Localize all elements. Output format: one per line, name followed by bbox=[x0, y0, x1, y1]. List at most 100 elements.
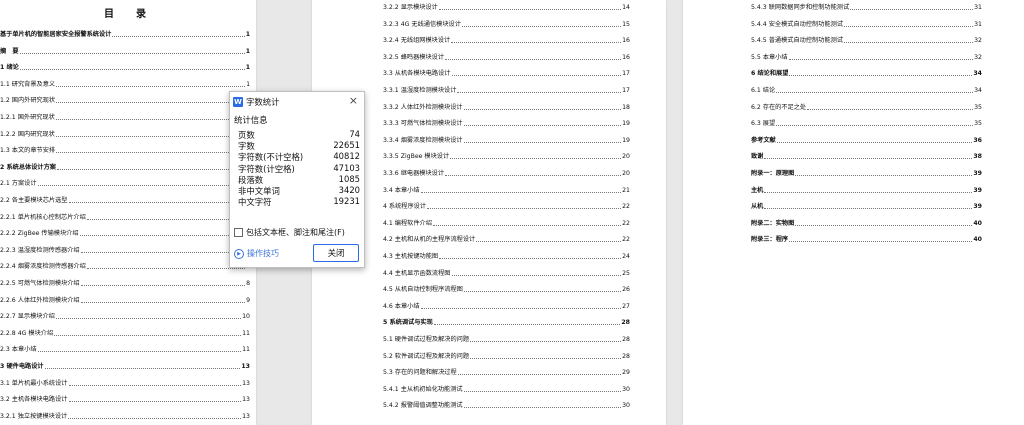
toc-entry[interactable]: 3.3.3 可燃气体检测模块设计 19 bbox=[383, 120, 630, 128]
stat-label: 字符数(不计空格) bbox=[238, 152, 304, 163]
toc-entry-page-number: 14 bbox=[622, 4, 630, 11]
toc-entry[interactable]: 5.1 硬件调试过程及解决的问题 28 bbox=[383, 336, 630, 344]
toc-entry[interactable]: 5.4.1 主从机初始化功能测试 30 bbox=[383, 386, 630, 394]
toc-entry[interactable]: 3.2.2 显示模块设计 14 bbox=[383, 4, 630, 12]
toc-dot-leader bbox=[764, 191, 973, 193]
toc-entry[interactable]: 4.4 主机显示函数流程图 25 bbox=[383, 270, 630, 278]
toc-entry-title: 3.2.3 4G 无线通信模块设计 bbox=[383, 20, 461, 28]
tips-link[interactable]: ▶ 操作技巧 bbox=[234, 248, 279, 259]
toc-entry[interactable]: 5.4.3 联网数据同步和控制功能测试 31 bbox=[751, 4, 982, 12]
toc-entry-page-number: 32 bbox=[974, 53, 982, 61]
toc-entry[interactable]: 2.2 各主要模块芯片选型5 bbox=[0, 197, 250, 205]
toc-entry[interactable]: 6.1 结论 34 bbox=[751, 87, 982, 95]
toc-entry[interactable]: 3.1 单片机最小系统设计 13 bbox=[0, 380, 250, 388]
toc-entry[interactable]: 3.3.5 ZigBee 模块设计 20 bbox=[383, 153, 630, 161]
toc-entry[interactable]: 5.4.2 报警阈值调整功能测试 30 bbox=[383, 402, 630, 410]
wps-writer-logo-icon: W bbox=[233, 97, 243, 107]
toc-entry[interactable]: 1.2 国内外研究现状1 bbox=[0, 97, 250, 105]
toc-entry[interactable]: 附录三：程序 40 bbox=[751, 236, 982, 244]
checkbox-box[interactable] bbox=[234, 228, 243, 237]
toc-entry-title: 摘 要 bbox=[0, 47, 19, 55]
toc-entry[interactable]: 2.2.8 4G 模块介绍 11 bbox=[0, 330, 250, 338]
toc-entry[interactable]: 3.3.4 烟雾浓度检测模块设计 19 bbox=[383, 137, 630, 145]
toc-entry[interactable]: 6 结论和展望 34 bbox=[751, 70, 982, 78]
toc-entry[interactable]: 5.3 存在的问题和解决过程 29 bbox=[383, 369, 630, 377]
toc-entry-page-number: 1 bbox=[245, 64, 250, 72]
toc-entry[interactable]: 1.3 本文的章节安排3 bbox=[0, 147, 250, 155]
toc-entry[interactable]: 2.2.4 烟雾浓度检测传感器介绍7 bbox=[0, 263, 250, 271]
toc-entry[interactable]: 4.6 本章小结 27 bbox=[383, 303, 630, 311]
toc-entry[interactable]: 2.2.2 ZigBee 传输模块介绍6 bbox=[0, 230, 250, 238]
stat-label: 非中文单词 bbox=[238, 186, 280, 196]
toc-entry[interactable]: 2.2.3 温湿度检测传感器介绍7 bbox=[0, 247, 250, 255]
toc-entry[interactable]: 3.2.1 独立按键模块设计 13 bbox=[0, 413, 250, 421]
toc-dot-leader bbox=[44, 368, 241, 369]
toc-entry[interactable]: 3.2.3 4G 无线通信模块设计 15 bbox=[383, 21, 630, 29]
toc-entry[interactable]: 1.1 研究背景及意义 1 bbox=[0, 81, 250, 89]
toc-entry[interactable]: 4.2 主机和从机的主程序流程设计 22 bbox=[383, 236, 630, 244]
toc-entry[interactable]: 主机 39 bbox=[751, 187, 982, 195]
toc-entry[interactable]: 摘 要 1 bbox=[0, 48, 250, 56]
toc-entry[interactable]: 3.3.1 温湿度检测模块设计 17 bbox=[383, 87, 630, 95]
toc-entry[interactable]: 5.4.5 普通模式自动控制功能测试 32 bbox=[751, 37, 982, 45]
toc-entry[interactable]: 3.2.5 蜂鸣器模块设计 16 bbox=[383, 54, 630, 62]
toc-entry[interactable]: 参考文献 36 bbox=[751, 137, 982, 145]
toc-entry[interactable]: 2 系统总体设计方案4 bbox=[0, 164, 250, 172]
toc-entry-title: 2.2.3 温湿度检测传感器介绍 bbox=[0, 246, 80, 254]
toc-entry-title: 4.2 主机和从机的主程序流程设计 bbox=[383, 236, 476, 244]
toc-entry-title: 6.1 结论 bbox=[751, 87, 776, 94]
toc-dot-leader bbox=[68, 417, 242, 419]
toc-entry[interactable]: 基于单片机的智能居家安全报警系统设计 1 bbox=[0, 31, 250, 39]
toc-entry[interactable]: 2.2.7 显示模块介绍 10 bbox=[0, 313, 250, 321]
toc-entry-title: 1.2.1 国外研究现状 bbox=[0, 114, 55, 121]
toc-entry[interactable]: 2.2.5 可燃气体检测模块介绍 8 bbox=[0, 280, 250, 288]
toc-dot-leader bbox=[55, 135, 246, 137]
toc-entry[interactable]: 从机 39 bbox=[751, 203, 982, 211]
toc-dot-leader bbox=[68, 401, 242, 403]
close-icon[interactable]: × bbox=[349, 94, 358, 107]
toc-entry-page-number: 17 bbox=[622, 87, 630, 94]
toc-entry[interactable]: 3.2 主机各模块电路设计 13 bbox=[0, 396, 250, 404]
toc-entry-title: 2.2.8 4G 模块介绍 bbox=[0, 329, 54, 337]
toc-entry[interactable]: 2.2.1 单片机核心控制芯片介绍5 bbox=[0, 214, 250, 222]
toc-entry-page-number: 9 bbox=[246, 296, 250, 304]
toc-dot-leader bbox=[457, 92, 622, 93]
toc-entry[interactable]: 1 绪论 1 bbox=[0, 64, 250, 72]
toc-entry[interactable]: 1.2.2 国内研究现状2 bbox=[0, 131, 250, 139]
toc-entry[interactable]: 5.4.4 安全模式自动控制功能测试 31 bbox=[751, 21, 982, 29]
toc-entry[interactable]: 附录一：原理图 39 bbox=[751, 170, 982, 178]
toc-entry[interactable]: 3.2.4 无线组网模块设计 16 bbox=[383, 37, 630, 45]
toc-entry[interactable]: 2.1 方案设计4 bbox=[0, 180, 250, 188]
toc-dot-leader bbox=[37, 185, 246, 187]
include-textbox-checkbox[interactable]: 包括文本框、脚注和尾注(F) bbox=[234, 227, 345, 238]
toc-entry-page-number: 13 bbox=[242, 396, 250, 404]
toc-entry[interactable]: 5.5 本章小结 32 bbox=[751, 54, 982, 62]
toc-entry-title: 附录一：原理图 bbox=[751, 170, 795, 177]
toc-entry[interactable]: 致谢 38 bbox=[751, 153, 982, 161]
toc-entry[interactable]: 4.5 从机自动控制程序流程图 26 bbox=[383, 286, 630, 294]
toc-entry[interactable]: 3 硬件电路设计 13 bbox=[0, 363, 250, 371]
toc-entry-title: 4.5 从机自动控制程序流程图 bbox=[383, 286, 463, 294]
toc-entry[interactable]: 3.3 从机各模块电路设计 17 bbox=[383, 70, 630, 78]
close-button[interactable]: 关闭 bbox=[313, 244, 359, 262]
toc-dot-leader bbox=[445, 58, 622, 60]
toc-entry-title: 3.3.3 可燃气体检测模块设计 bbox=[383, 120, 463, 128]
toc-entry[interactable]: 1.2.1 国外研究现状1 bbox=[0, 114, 250, 122]
toc-entry[interactable]: 4.3 主机按键功能图 24 bbox=[383, 253, 630, 261]
toc-entry[interactable]: 3.3.6 继电器模块设计 20 bbox=[383, 170, 630, 178]
toc-entry[interactable]: 6.2 存在的不足之处 35 bbox=[751, 104, 982, 112]
toc-dot-leader bbox=[112, 36, 245, 37]
toc-entry[interactable]: 4 系统程序设计 22 bbox=[383, 203, 630, 211]
toc-entry[interactable]: 4.1 编程软件介绍 22 bbox=[383, 220, 630, 228]
toc-entry-page-number: 32 bbox=[974, 37, 982, 45]
toc-entry[interactable]: 5.2 软件调试过程及解决的问题 28 bbox=[383, 353, 630, 361]
toc-entry[interactable]: 附录二：实物图 40 bbox=[751, 220, 982, 228]
toc-entry[interactable]: 2.3 本章小结 11 bbox=[0, 346, 250, 354]
toc-entry[interactable]: 5 系统调试与实现 28 bbox=[383, 319, 630, 327]
toc-entry[interactable]: 2.2.6 人体红外检测模块介绍 9 bbox=[0, 297, 250, 305]
toc-entry-title: 6.3 展望 bbox=[751, 120, 776, 128]
toc-entry[interactable]: 3.4 本章小结 21 bbox=[383, 187, 630, 195]
checkbox-label: 包括文本框、脚注和尾注(F) bbox=[246, 228, 345, 237]
toc-entry[interactable]: 3.3.2 人体红外检测模块设计 18 bbox=[383, 104, 630, 112]
toc-entry[interactable]: 6.3 展望 35 bbox=[751, 120, 982, 128]
